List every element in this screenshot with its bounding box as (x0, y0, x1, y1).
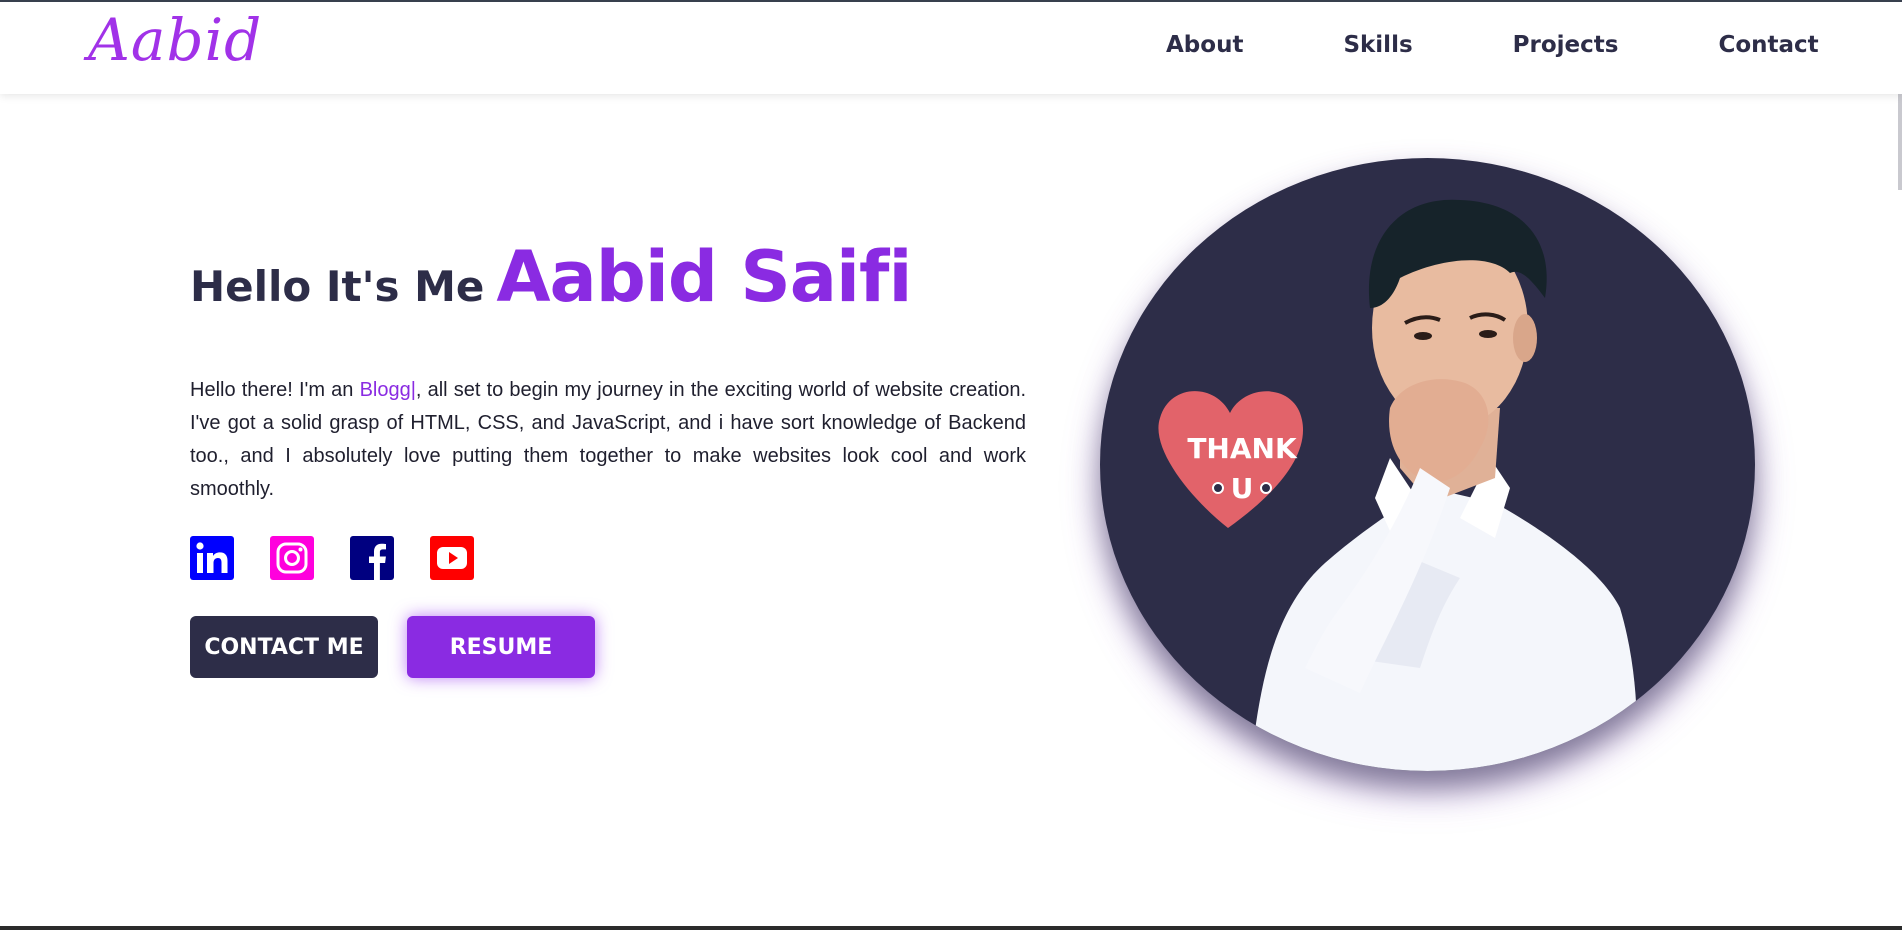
profile-photo: THANK U (1100, 158, 1755, 771)
contact-me-button[interactable]: CONTACT ME (190, 616, 378, 678)
social-links (190, 536, 1026, 580)
greeting-text: Hello It's Me (190, 262, 485, 311)
bio-text-start: Hello there! I'm an (190, 379, 360, 401)
hero-buttons: CONTACT ME RESUME (190, 616, 1026, 678)
main-nav: About Skills Projects Contact (1166, 32, 1819, 58)
hero-bio: Hello there! I'm an Blogg|, all set to b… (190, 374, 1026, 506)
linkedin-icon[interactable] (190, 536, 234, 580)
nav-link-contact[interactable]: Contact (1718, 32, 1818, 58)
person-illustration: THANK U (1158, 199, 1637, 771)
facebook-icon[interactable] (350, 536, 394, 580)
resume-button[interactable]: RESUME (407, 616, 595, 678)
typed-role: Blogg| (359, 379, 416, 401)
thank-you-sticker: THANK U (1158, 391, 1304, 528)
youtube-icon[interactable] (430, 536, 474, 580)
instagram-icon[interactable] (270, 536, 314, 580)
sticker-text-u: U (1231, 472, 1254, 505)
bottom-border (0, 926, 1902, 930)
hero-headline: Hello It's Me Aabid Saifi (190, 236, 1026, 318)
hero-name: Aabid Saifi (496, 236, 912, 318)
site-header: Aabid About Skills Projects Contact (0, 2, 1902, 94)
nav-link-about[interactable]: About (1166, 32, 1243, 58)
nav-link-projects[interactable]: Projects (1513, 32, 1619, 58)
site-logo[interactable]: Aabid (88, 6, 262, 74)
nav-link-skills[interactable]: Skills (1343, 32, 1412, 58)
sticker-text-thank: THANK (1187, 432, 1298, 465)
hero-section: Hello It's Me Aabid Saifi Hello there! I… (190, 236, 1026, 678)
